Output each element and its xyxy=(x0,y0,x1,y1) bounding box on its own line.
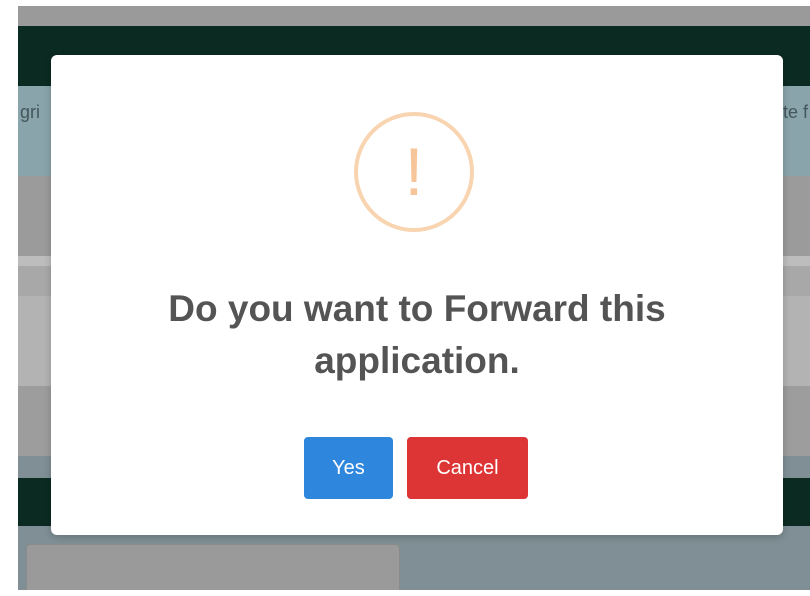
confirm-dialog: ! Do you want to Forward this applicatio… xyxy=(51,55,783,535)
screenshot-frame: gri te f ! Do you want to Forward this a… xyxy=(0,0,810,596)
page-top-strip xyxy=(18,6,810,26)
page-header-text-left: gri xyxy=(20,102,41,122)
cancel-button[interactable]: Cancel xyxy=(407,437,528,499)
exclamation-warning-icon: ! xyxy=(354,112,474,232)
dialog-title: Do you want to Forward this application. xyxy=(168,288,666,381)
yes-button[interactable]: Yes xyxy=(304,437,393,499)
page-header-text-right: te f xyxy=(782,102,808,122)
exclamation-glyph: ! xyxy=(404,134,424,210)
page-bottom-panel xyxy=(26,544,400,590)
